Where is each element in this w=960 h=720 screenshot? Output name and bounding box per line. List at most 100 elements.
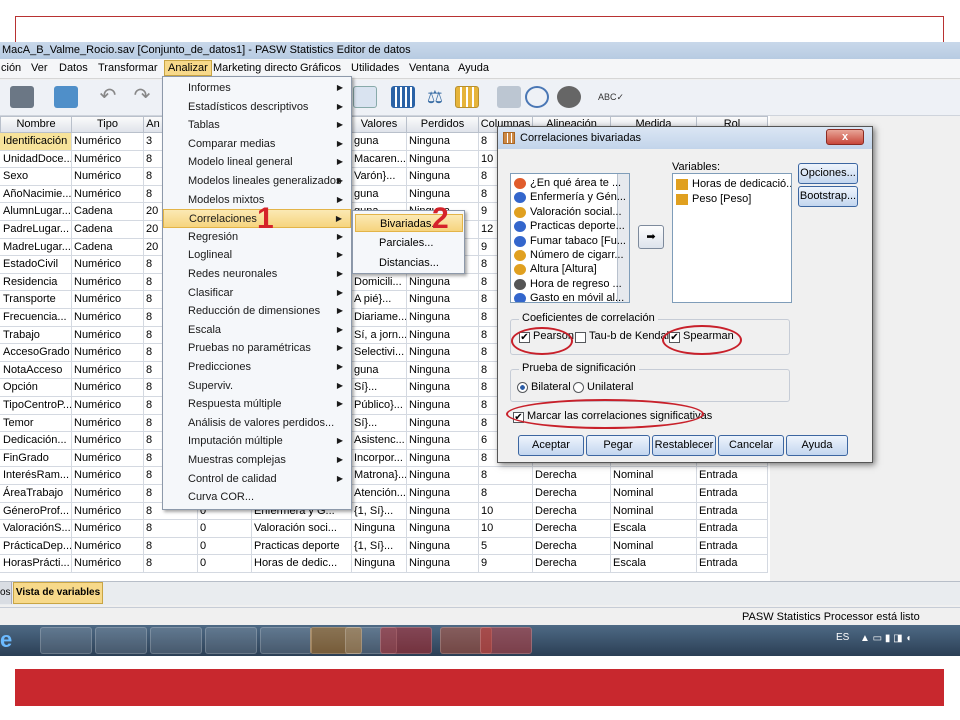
- menu-item-21[interactable]: Control de calidad ▶: [163, 470, 351, 488]
- ie-icon[interactable]: e: [0, 627, 30, 654]
- cancel-button[interactable]: Cancelar: [718, 435, 784, 456]
- cell-name[interactable]: PrácticaDep...: [0, 537, 72, 556]
- cell-decimals[interactable]: 0: [197, 520, 252, 538]
- cell-measure[interactable]: Escala: [610, 520, 697, 538]
- media-player-icon[interactable]: [150, 627, 202, 654]
- source-variable-list[interactable]: ¿En qué área te ... Enfermería y Gén... Va…: [510, 173, 630, 303]
- pin-icon[interactable]: [260, 627, 312, 654]
- cell-type[interactable]: Cadena: [71, 203, 144, 221]
- cell-missing[interactable]: Ninguna: [406, 133, 479, 151]
- menu-item-22[interactable]: Curva COR...: [163, 488, 351, 506]
- source-var-item[interactable]: Valoración social...: [514, 205, 622, 220]
- cell-label[interactable]: Practicas deporte: [251, 537, 352, 556]
- target-var-item[interactable]: Horas de dedicació...: [676, 177, 791, 192]
- cell-type[interactable]: Numérico: [71, 502, 144, 521]
- cell-missing[interactable]: Ninguna: [406, 502, 479, 521]
- cell-values[interactable]: A pié}...: [351, 291, 407, 309]
- cell-type[interactable]: Numérico: [71, 273, 144, 292]
- source-var-item[interactable]: ¿En qué área te ...: [514, 176, 621, 191]
- cell-label[interactable]: Horas de dedic...: [251, 555, 352, 573]
- cell-values[interactable]: Asistenc...: [351, 432, 407, 450]
- options-button[interactable]: Opciones...: [798, 163, 858, 184]
- cell-type[interactable]: Numérico: [71, 168, 144, 186]
- accept-button[interactable]: Aceptar: [518, 435, 584, 456]
- header-valores[interactable]: Valores: [351, 116, 407, 133]
- move-arrow-button[interactable]: ➡: [638, 225, 664, 249]
- cell-name[interactable]: ValoraciónS...: [0, 520, 72, 538]
- source-var-item[interactable]: Fumar tabaco [Fu...: [514, 234, 626, 249]
- cell-name[interactable]: Identificación: [0, 133, 72, 151]
- cell-name[interactable]: AlumnLugar...: [0, 203, 72, 221]
- word-icon[interactable]: [40, 627, 92, 654]
- menu-item-0[interactable]: Informes ▶: [163, 79, 351, 97]
- cell-measure[interactable]: Nominal: [610, 485, 697, 503]
- cell-name[interactable]: ÁreaTrabajo: [0, 485, 72, 503]
- menu-analizar[interactable]: Analizar: [164, 60, 212, 76]
- table-row[interactable]: PrácticaDep... Numérico 8 0 Practicas deport…: [0, 537, 770, 556]
- cell-name[interactable]: Sexo: [0, 168, 72, 186]
- cell-values[interactable]: Incorpor...: [351, 449, 407, 468]
- cell-missing[interactable]: Ninguna: [406, 291, 479, 309]
- cell-name[interactable]: AccesoGrado: [0, 344, 72, 362]
- cell-columns[interactable]: 10: [478, 520, 533, 538]
- cell-type[interactable]: Numérico: [71, 485, 144, 503]
- cell-role[interactable]: Entrada: [696, 520, 768, 538]
- header-perdidos[interactable]: Perdidos: [406, 116, 479, 133]
- cell-values[interactable]: Sí}...: [351, 379, 407, 397]
- cell-type[interactable]: Cadena: [71, 221, 144, 239]
- table-row[interactable]: ÁreaTrabajo Numérico 8 Atención... Ninguna 8 D…: [0, 485, 770, 503]
- split-file-icon[interactable]: [455, 86, 479, 108]
- menu-item-19[interactable]: Imputación múltiple ▶: [163, 432, 351, 450]
- menu-item-5[interactable]: Modelos lineales generalizados ▶: [163, 172, 351, 190]
- menu-graficos[interactable]: Gráficos: [300, 62, 341, 74]
- cell-values[interactable]: {1, Sí}...: [351, 537, 407, 556]
- source-var-item[interactable]: Gasto en móvil al...: [514, 291, 624, 302]
- cell-type[interactable]: Numérico: [71, 256, 144, 274]
- cell-decimals[interactable]: 0: [197, 537, 252, 556]
- cell-missing[interactable]: Ninguna: [406, 344, 479, 362]
- cell-role[interactable]: Entrada: [696, 555, 768, 573]
- cell-type[interactable]: Cadena: [71, 238, 144, 257]
- cell-role[interactable]: Entrada: [696, 467, 768, 485]
- help-button[interactable]: Ayuda: [786, 435, 848, 456]
- menu-marketing[interactable]: Marketing directo: [213, 62, 297, 74]
- cell-role[interactable]: Entrada: [696, 537, 768, 556]
- cell-missing[interactable]: Ninguna: [406, 309, 479, 327]
- bilateral-radio[interactable]: [517, 382, 528, 393]
- redo-icon[interactable]: ↷: [130, 86, 154, 108]
- cell-align[interactable]: Derecha: [532, 467, 611, 485]
- table-row[interactable]: HorasPrácti... Numérico 8 0 Horas de dedic..…: [0, 555, 770, 573]
- cell-name[interactable]: Frecuencia...: [0, 309, 72, 327]
- cell-name[interactable]: HorasPrácti...: [0, 555, 72, 573]
- cell-name[interactable]: Temor: [0, 414, 72, 433]
- cell-label[interactable]: Valoración soci...: [251, 520, 352, 538]
- table-row[interactable]: GéneroProf... Numérico 8 0 Enfermera y G...{…: [0, 502, 770, 521]
- menu-ver[interactable]: Ver: [31, 62, 48, 74]
- menu-item-4[interactable]: Modelo lineal general ▶: [163, 153, 351, 171]
- undo-icon[interactable]: ↶: [96, 86, 120, 108]
- cell-type[interactable]: Numérico: [71, 309, 144, 327]
- menu-item-14[interactable]: Pruebas no paramétricas ▶: [163, 339, 351, 357]
- cell-type[interactable]: Numérico: [71, 467, 144, 485]
- cell-values[interactable]: Atención...: [351, 485, 407, 503]
- menu-item-3[interactable]: Comparar medias ▶: [163, 135, 351, 153]
- menu-item-20[interactable]: Muestras complejas ▶: [163, 451, 351, 469]
- menu-item-11[interactable]: Clasificar ▶: [163, 284, 351, 302]
- cell-name[interactable]: TipoCentroP...: [0, 397, 72, 415]
- cell-measure[interactable]: Escala: [610, 555, 697, 573]
- reset-button[interactable]: Restablecer: [652, 435, 716, 456]
- cell-missing[interactable]: Ninguna: [406, 185, 479, 204]
- cell-missing[interactable]: Ninguna: [406, 537, 479, 556]
- cell-name[interactable]: AñoNacimie...: [0, 185, 72, 204]
- source-var-item[interactable]: Hora de regreso ...: [514, 277, 622, 292]
- cell-values[interactable]: Público}...: [351, 397, 407, 415]
- cell-name[interactable]: NotaAcceso: [0, 361, 72, 380]
- cell-missing[interactable]: Ninguna: [406, 273, 479, 292]
- cell-type[interactable]: Numérico: [71, 150, 144, 169]
- source-var-item[interactable]: Enfermería y Gén...: [514, 190, 626, 205]
- cell-type[interactable]: Numérico: [71, 379, 144, 397]
- cell-type[interactable]: Numérico: [71, 326, 144, 345]
- weight-icon[interactable]: ⚖: [423, 86, 447, 108]
- spss-icon[interactable]: [480, 627, 532, 654]
- cell-missing[interactable]: Ninguna: [406, 168, 479, 186]
